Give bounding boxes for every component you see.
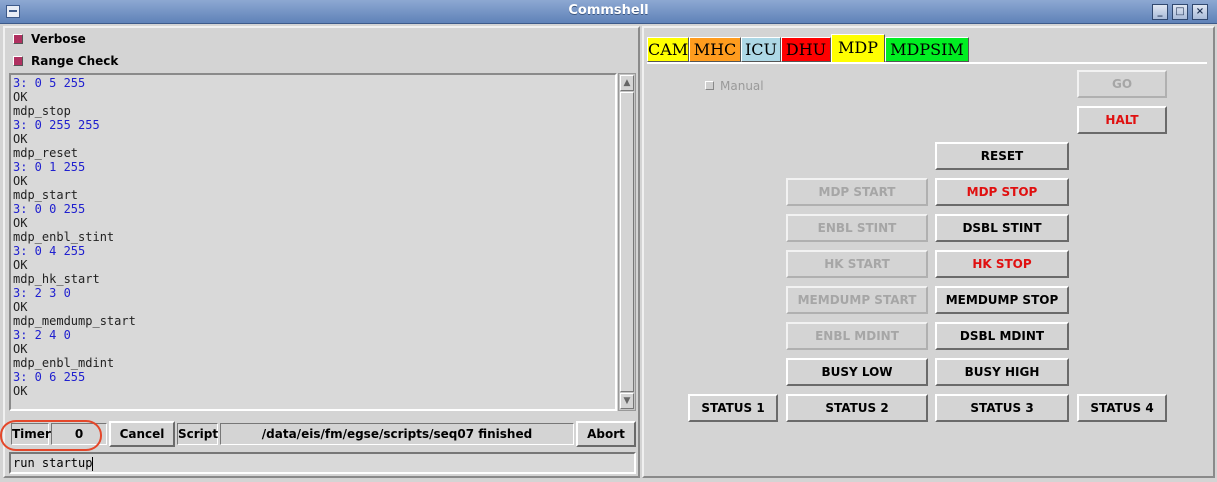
tab-dhu-label: DHU (785, 40, 827, 59)
output-line: OK (13, 300, 28, 314)
output-line: 3: 0 6 255 (13, 370, 86, 384)
enbl-stint-button[interactable]: ENBL STINT (786, 214, 928, 242)
tab-cam-label: CAM (648, 40, 689, 59)
output-line: 3: 0 4 255 (13, 244, 86, 258)
tab-cam[interactable]: CAM (647, 37, 689, 62)
output-line: mdp_hk_start (13, 272, 100, 286)
output-line: 3: 0 1 255 (13, 160, 86, 174)
dsbl-mdint-button[interactable]: DSBL MDINT (935, 322, 1069, 350)
window-title: Commshell (568, 3, 649, 18)
memdump-start-button[interactable]: MEMDUMP START (786, 286, 928, 314)
tab-icu-label: ICU (744, 40, 778, 59)
range-check-checkbox[interactable]: Range Check (13, 54, 118, 70)
timer-label: Timer (11, 423, 51, 445)
output-scrollbar[interactable]: ▲ ▼ (618, 73, 636, 411)
cancel-button[interactable]: Cancel (109, 421, 175, 447)
tab-mdpsim[interactable]: MDPSIM (885, 37, 969, 62)
scroll-up-arrow-icon[interactable]: ▲ (620, 75, 634, 91)
output-line: mdp_memdump_start (13, 314, 136, 328)
range-check-icon[interactable] (13, 55, 23, 66)
console-panel: Verbose Range Check 3: 0 5 255 OK mdp_stop… (3, 26, 640, 478)
status-1-button[interactable]: STATUS 1 (688, 394, 778, 422)
busy-low-button[interactable]: BUSY LOW (786, 358, 928, 386)
reset-button[interactable]: RESET (935, 142, 1069, 170)
tab-mhc-label: MHC (693, 40, 737, 59)
output-line: OK (13, 174, 28, 188)
output-line: 3: 2 3 0 (13, 286, 71, 300)
verbose-check-icon[interactable] (13, 33, 23, 44)
output-line: OK (13, 132, 28, 146)
mdp-start-button[interactable]: MDP START (786, 178, 928, 206)
manual-check-icon[interactable] (705, 81, 714, 90)
tab-icu[interactable]: ICU (741, 37, 781, 62)
tab-mdp[interactable]: MDP (831, 34, 885, 62)
hk-stop-button[interactable]: HK STOP (935, 250, 1069, 278)
halt-button[interactable]: HALT (1077, 106, 1167, 134)
command-input[interactable]: run startup (9, 452, 636, 474)
output-line: 3: 0 5 255 (13, 76, 86, 90)
minimize-button[interactable]: _ (1152, 4, 1168, 20)
tab-mhc[interactable]: MHC (689, 37, 741, 62)
output-line: 3: 0 255 255 (13, 118, 100, 132)
control-panel: CAM MHC ICU DHU MDP MDPSIM Manual GO HAL… (642, 26, 1215, 478)
text-caret (92, 456, 94, 471)
abort-button[interactable]: Abort (576, 421, 636, 447)
script-label: Script (177, 423, 218, 445)
subsystem-tabs: CAM MHC ICU DHU MDP MDPSIM (647, 34, 1207, 64)
scroll-thumb[interactable] (620, 92, 634, 392)
scroll-down-arrow-icon[interactable]: ▼ (620, 393, 634, 409)
output-line: OK (13, 342, 28, 356)
output-line: OK (13, 216, 28, 230)
mdp-stop-button[interactable]: MDP STOP (935, 178, 1069, 206)
output-line: mdp_stop (13, 104, 71, 118)
memdump-stop-button[interactable]: MEMDUMP STOP (935, 286, 1069, 314)
output-line: 3: 0 0 255 (13, 202, 86, 216)
status-2-button[interactable]: STATUS 2 (786, 394, 928, 422)
tab-mdp-label: MDP (838, 38, 878, 57)
tab-mdpsim-label: MDPSIM (890, 40, 964, 59)
output-line: mdp_start (13, 188, 79, 202)
dsbl-stint-button[interactable]: DSBL STINT (935, 214, 1069, 242)
output-line: mdp_reset (13, 146, 79, 160)
command-input-text: run startup (13, 456, 93, 470)
mdp-tab-page: Manual GO HALT RESET MDP START MDP STOP … (646, 64, 1209, 474)
close-button[interactable]: × (1192, 4, 1208, 20)
range-check-label: Range Check (31, 54, 119, 68)
maximize-button[interactable]: □ (1172, 4, 1188, 20)
manual-label: Manual (720, 79, 764, 93)
output-line: mdp_enbl_stint (13, 230, 115, 244)
output-line: OK (13, 258, 28, 272)
tab-dhu[interactable]: DHU (781, 37, 831, 62)
status-4-button[interactable]: STATUS 4 (1077, 394, 1167, 422)
script-status-row: Timer 0 Cancel Script /data/eis/fm/egse/… (9, 420, 636, 448)
output-line: OK (13, 90, 28, 104)
manual-checkbox[interactable]: Manual (705, 79, 764, 93)
go-button[interactable]: GO (1077, 70, 1167, 98)
busy-high-button[interactable]: BUSY HIGH (935, 358, 1069, 386)
title-bar: Commshell _ □ × (0, 0, 1217, 24)
verbose-checkbox[interactable]: Verbose (13, 32, 86, 48)
output-line: 3: 2 4 0 (13, 328, 71, 342)
status-3-button[interactable]: STATUS 3 (935, 394, 1069, 422)
verbose-label: Verbose (31, 32, 86, 46)
enbl-mdint-button[interactable]: ENBL MDINT (786, 322, 928, 350)
script-status: /data/eis/fm/egse/scripts/seq07 finished (220, 423, 574, 445)
output-line: mdp_enbl_mdint (13, 356, 115, 370)
timer-value: 0 (51, 423, 107, 445)
hk-start-button[interactable]: HK START (786, 250, 928, 278)
output-line: OK (13, 384, 28, 398)
output-log[interactable]: 3: 0 5 255 OK mdp_stop 3: 0 255 255 OK mdp_re… (9, 73, 617, 411)
